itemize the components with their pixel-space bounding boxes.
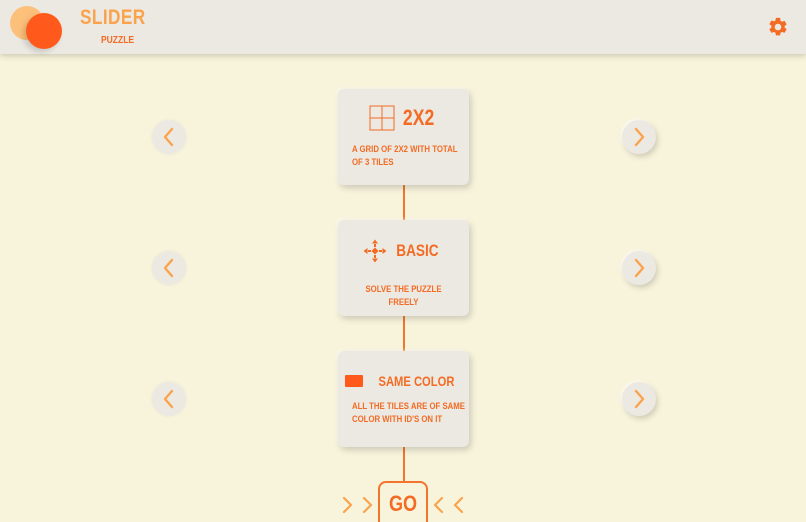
card-description: A GRID OF 2X2 WITH TOTAL OF 3 TILES: [352, 144, 458, 168]
mode-card-basic[interactable]: BASIC SOLVE THE PUZZLE FREELY: [338, 220, 469, 316]
chevron-left-icon: [163, 389, 174, 409]
connector-line: [403, 447, 405, 481]
app-title: SLIDER: [80, 6, 146, 29]
app-header: SLIDER PUZZLE: [0, 0, 806, 54]
card-title: 2X2: [402, 105, 435, 130]
chevron-right-icon: [634, 258, 645, 278]
card-header: SAME COLOR: [338, 373, 469, 389]
go-button[interactable]: GO: [378, 481, 428, 522]
settings-button[interactable]: [767, 16, 789, 38]
logo-circle-dark: [26, 13, 62, 49]
card-title: SAME COLOR: [378, 373, 454, 389]
mode-card-2x2[interactable]: 2X2 A GRID OF 2X2 WITH TOTAL OF 3 TILES: [338, 89, 469, 185]
grid-icon: [369, 105, 395, 131]
game-screen: SLIDER PUZZLE 2X2 A GRID OF 2X2 WITH TOT…: [0, 0, 806, 522]
color-swatch-icon: [344, 375, 363, 387]
mode-3-next-button[interactable]: [622, 382, 656, 416]
mode-2-prev-button[interactable]: [152, 251, 186, 285]
connector-line: [403, 316, 405, 351]
card-description: SOLVE THE PUZZLE FREELY: [365, 284, 442, 308]
arrows-cross-icon: [363, 239, 387, 263]
mode-card-same-color[interactable]: SAME COLOR ALL THE TILES ARE OF SAME COL…: [338, 351, 469, 447]
chevrons-left-icon: [433, 496, 464, 514]
gear-icon: [769, 17, 787, 36]
mode-1-next-button[interactable]: [622, 120, 656, 154]
go-label: GO: [388, 491, 418, 516]
app-subtitle: PUZZLE: [101, 35, 135, 46]
chevron-right-icon: [634, 127, 645, 147]
card-header: BASIC: [338, 239, 469, 263]
chevron-left-icon: [163, 258, 174, 278]
chevron-right-icon: [634, 389, 645, 409]
mode-2-next-button[interactable]: [622, 251, 656, 285]
card-title: BASIC: [396, 241, 439, 260]
card-description: ALL THE TILES ARE OF SAME COLOR WITH ID'…: [352, 401, 465, 425]
mode-1-prev-button[interactable]: [152, 120, 186, 154]
chevron-left-icon: [163, 127, 174, 147]
mode-3-prev-button[interactable]: [152, 382, 186, 416]
card-header: 2X2: [338, 105, 469, 131]
chevrons-right-icon: [342, 496, 373, 514]
connector-line: [403, 185, 405, 220]
